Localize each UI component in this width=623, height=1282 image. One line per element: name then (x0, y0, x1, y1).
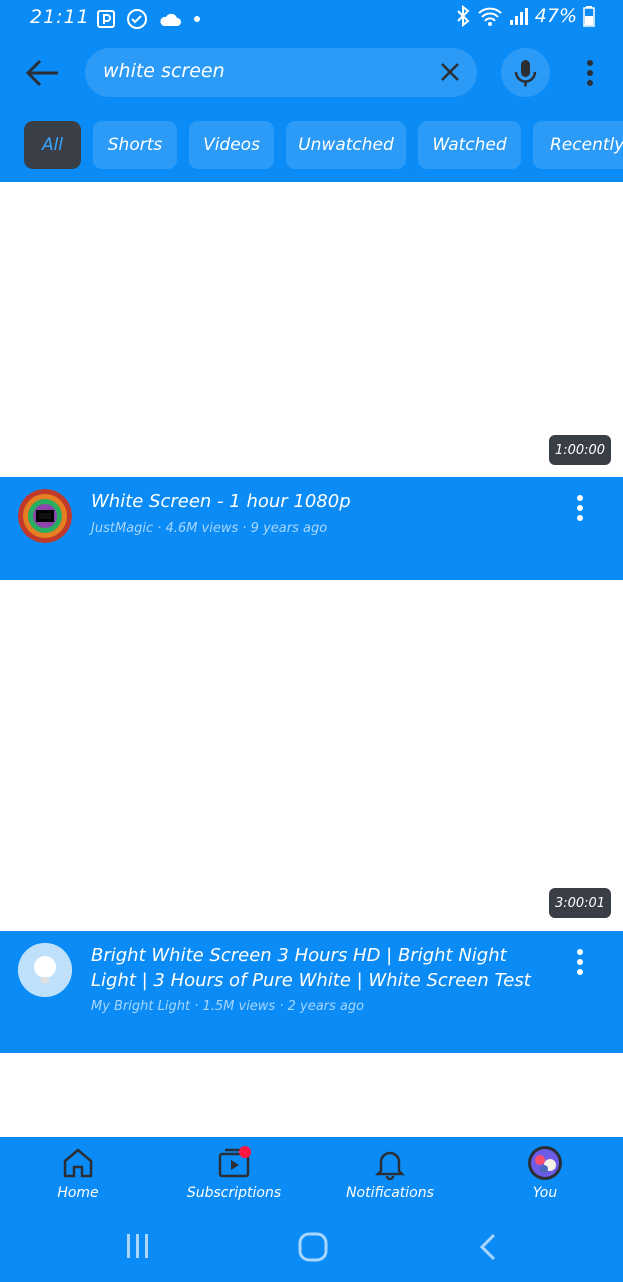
back-arrow-icon[interactable] (24, 58, 60, 88)
clear-icon[interactable] (439, 61, 461, 83)
chip-recently-uploaded[interactable]: Recently uploaded (533, 121, 623, 169)
video-thumbnail[interactable]: 1:00:00 (0, 182, 623, 477)
new-content-badge (239, 1146, 251, 1158)
battery-icon (583, 6, 595, 27)
nav-subscriptions[interactable]: Subscriptions (164, 1145, 304, 1201)
search-query: white screen (103, 60, 225, 82)
chip-all[interactable]: All (24, 121, 81, 169)
bell-icon (374, 1151, 406, 1181)
video-more-icon[interactable] (570, 947, 590, 977)
channel-avatar[interactable] (18, 489, 72, 543)
clock: 21:11 (30, 6, 90, 28)
chip-videos[interactable]: Videos (189, 121, 274, 169)
signal-icon (509, 8, 528, 25)
video-meta: My Bright Light · 1.5M views · 2 years a… (91, 999, 365, 1014)
bluetooth-icon (457, 5, 470, 27)
video-thumbnail[interactable]: 3:00:01 (0, 580, 623, 931)
battery-percent: 47% (534, 5, 577, 27)
channel-avatar[interactable] (18, 943, 72, 997)
nav-notifications[interactable]: Notifications (320, 1145, 460, 1201)
video-title[interactable]: Bright White Screen 3 Hours HD | Bright … (91, 943, 551, 993)
filter-chips: All Shorts Videos Unwatched Watched Rece… (0, 110, 623, 182)
voice-search-button[interactable] (501, 48, 550, 97)
chip-watched[interactable]: Watched (418, 121, 521, 169)
profile-avatar (528, 1146, 562, 1180)
nav-home[interactable]: Home (8, 1145, 148, 1201)
video-meta: JustMagic · 4.6M views · 9 years ago (91, 521, 328, 536)
video-more-icon[interactable] (570, 493, 590, 523)
lightbulb-icon (18, 943, 72, 997)
channel-logo (18, 489, 72, 543)
nav-you[interactable]: You (475, 1145, 615, 1201)
duration-badge: 3:00:01 (549, 888, 611, 918)
microphone-icon (514, 60, 537, 87)
check-circle-icon (127, 9, 147, 29)
recent-apps-icon[interactable] (124, 1233, 152, 1259)
search-header: white screen (0, 38, 623, 110)
subscriptions-icon (218, 1146, 251, 1178)
dot-icon (194, 16, 200, 22)
chip-shorts[interactable]: Shorts (93, 121, 177, 169)
wifi-icon (478, 7, 502, 26)
cloud-icon (160, 13, 181, 26)
home-icon (63, 1148, 93, 1178)
status-bar: 21:11 47% (0, 0, 623, 38)
more-options-icon[interactable] (580, 58, 600, 88)
video-info-row[interactable]: Bright White Screen 3 Hours HD | Bright … (0, 931, 623, 1053)
search-input[interactable]: white screen (85, 48, 477, 97)
chip-unwatched[interactable]: Unwatched (286, 121, 406, 169)
video-title[interactable]: White Screen - 1 hour 1080p (91, 489, 551, 514)
video-info-row[interactable]: White Screen - 1 hour 1080p JustMagic · … (0, 477, 623, 580)
home-button-icon[interactable] (298, 1232, 328, 1262)
notification-parking-icon (97, 10, 115, 28)
system-back-icon[interactable] (478, 1233, 498, 1261)
bottom-navigation: Home Subscriptions Notifications You (0, 1137, 623, 1282)
duration-badge: 1:00:00 (549, 435, 611, 465)
